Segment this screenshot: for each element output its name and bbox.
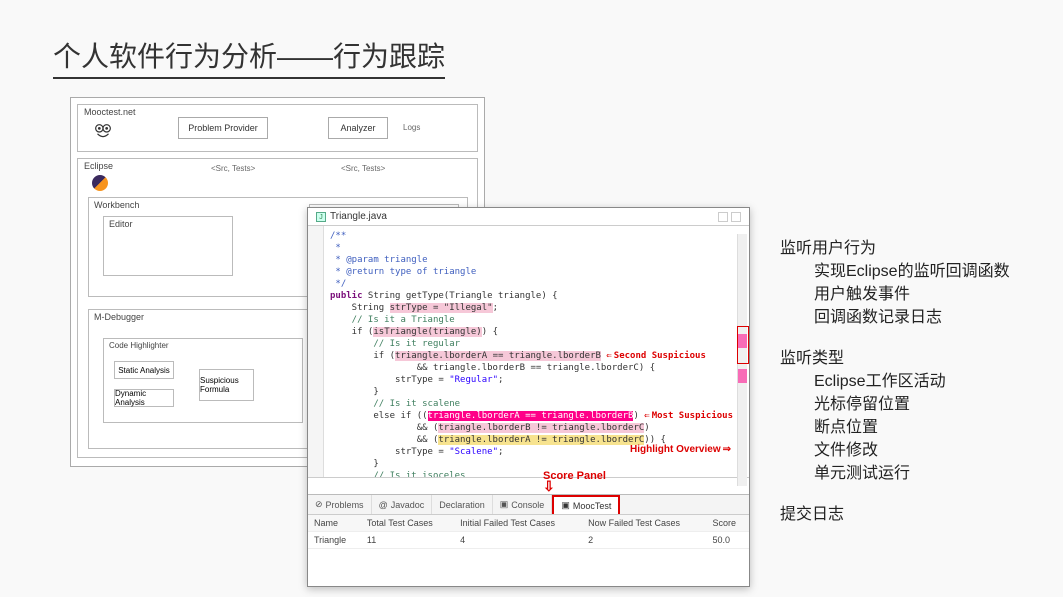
maximize-icon[interactable]	[731, 212, 741, 222]
col-initial-failed: Initial Failed Test Cases	[454, 515, 582, 532]
code-line: strType = "Regular";	[330, 374, 741, 386]
tab-console[interactable]: ▣Console	[493, 495, 553, 514]
eclipse-editor-screenshot: J Triangle.java /** * * @param triangle …	[307, 207, 750, 587]
mooctest-region: Mooctest.net Problem Provider Analyzer L…	[77, 104, 478, 152]
notes-item: 断点位置	[780, 416, 1010, 439]
notes-item: 用户触发事件	[780, 283, 1010, 306]
code-highlighter-label: Code Highlighter	[104, 339, 302, 352]
notes-item: 光标停留位置	[780, 393, 1010, 416]
tab-problems[interactable]: ⊘Problems	[308, 495, 372, 514]
most-suspicious-annotation: Most Suspicious	[644, 411, 733, 421]
eclipse-icon	[92, 175, 108, 191]
tab-javadoc[interactable]: @Javadoc	[372, 495, 433, 514]
editor-file-tab[interactable]: J Triangle.java	[308, 208, 749, 226]
static-analysis-box: Static Analysis	[114, 361, 174, 379]
problem-provider-box: Problem Provider	[178, 117, 268, 139]
javadoc-icon: @	[379, 500, 388, 510]
editor-tab-label: Triangle.java	[330, 211, 387, 222]
code-line: public String getType(Triangle triangle)…	[330, 290, 741, 302]
editor-label: Editor	[104, 217, 232, 231]
dynamic-analysis-box: Dynamic Analysis	[114, 389, 174, 407]
notes-item: Eclipse工作区活动	[780, 370, 1010, 393]
mooctest-logo-icon	[92, 121, 114, 143]
second-suspicious-annotation: Second Suspicious	[606, 351, 706, 361]
code-line: // Is it scalene	[330, 398, 741, 410]
code-line: else if ((triangle.lborderA == triangle.…	[330, 410, 741, 422]
code-line: * @return type of triangle	[330, 266, 741, 278]
tab-declaration[interactable]: Declaration	[432, 495, 493, 514]
code-area[interactable]: /** * * @param triangle * @return type o…	[308, 226, 749, 478]
notes-heading-listen-type: 监听类型	[780, 347, 1010, 370]
code-line: // Is it regular	[330, 338, 741, 350]
code-line: }	[330, 386, 741, 398]
notes-column: 监听用户行为 实现Eclipse的监听回调函数 用户触发事件 回调函数记录日志 …	[780, 237, 1010, 544]
col-name: Name	[308, 515, 361, 532]
cell-score: 50.0	[706, 532, 749, 549]
code-line: // Is it a Triangle	[330, 314, 741, 326]
notes-heading-submit-log: 提交日志	[780, 503, 1010, 526]
code-line: && triangle.lborderB == triangle.lborder…	[330, 362, 741, 374]
bottom-panel: ⊘Problems @Javadoc Declaration ▣Console …	[308, 494, 749, 586]
cell-initial: 4	[454, 532, 582, 549]
eclipse-label: Eclipse	[84, 161, 113, 171]
code-line: */	[330, 278, 741, 290]
code-line: && (triangle.lborderB != triangle.lborde…	[330, 422, 741, 434]
code-line: /**	[330, 230, 741, 242]
editor-box: Editor	[103, 216, 233, 276]
analyzer-box: Analyzer	[328, 117, 388, 139]
code-line: if (triangle.lborderA == triangle.lborde…	[330, 350, 741, 362]
col-score: Score	[706, 515, 749, 532]
code-highlighter-box: Code Highlighter Static Analysis Dynamic…	[103, 338, 303, 423]
col-now-failed: Now Failed Test Cases	[582, 515, 706, 532]
problems-icon: ⊘	[315, 499, 323, 510]
code-line: // Is it isoceles	[330, 470, 741, 478]
cell-now: 2	[582, 532, 706, 549]
highlight-overview-annotation: Highlight Overview	[630, 444, 731, 455]
code-line: if (isTriangle(triangle)) {	[330, 326, 741, 338]
mooctest-label: Mooctest.net	[84, 107, 136, 117]
notes-item: 实现Eclipse的监听回调函数	[780, 260, 1010, 283]
code-line: }	[330, 458, 741, 470]
code-line: * @param triangle	[330, 254, 741, 266]
cell-total: 11	[361, 532, 454, 549]
bottom-panel-tabs: ⊘Problems @Javadoc Declaration ▣Console …	[308, 495, 749, 515]
table-row[interactable]: Triangle 11 4 2 50.0	[308, 532, 749, 549]
line-gutter	[308, 226, 324, 477]
overview-highlight-box	[737, 326, 749, 364]
notes-item: 文件修改	[780, 439, 1010, 462]
notes-item: 单元测试运行	[780, 462, 1010, 485]
notes-item: 回调函数记录日志	[780, 306, 1010, 329]
mooctest-tab-icon: ▣	[561, 500, 570, 511]
java-file-icon: J	[316, 212, 326, 222]
score-panel-annotation: Score Panel ⇩	[543, 470, 606, 490]
tab-mooctest[interactable]: ▣MoocTest	[552, 495, 620, 514]
console-icon: ▣	[500, 499, 509, 510]
minimize-icon[interactable]	[718, 212, 728, 222]
suspicious-formula-box: Suspicious Formula	[199, 369, 254, 401]
editor-toolbar-icons	[718, 212, 741, 222]
col-total: Total Test Cases	[361, 515, 454, 532]
code-line: *	[330, 242, 741, 254]
notes-heading-listen-behavior: 监听用户行为	[780, 237, 1010, 260]
cell-name: Triangle	[308, 532, 361, 549]
code-line: String strType = "Illegal";	[330, 302, 741, 314]
score-table: Name Total Test Cases Initial Failed Tes…	[308, 515, 749, 549]
slide-title: 个人软件行为分析——行为跟踪	[53, 35, 445, 79]
logs-label: Logs	[403, 123, 420, 132]
